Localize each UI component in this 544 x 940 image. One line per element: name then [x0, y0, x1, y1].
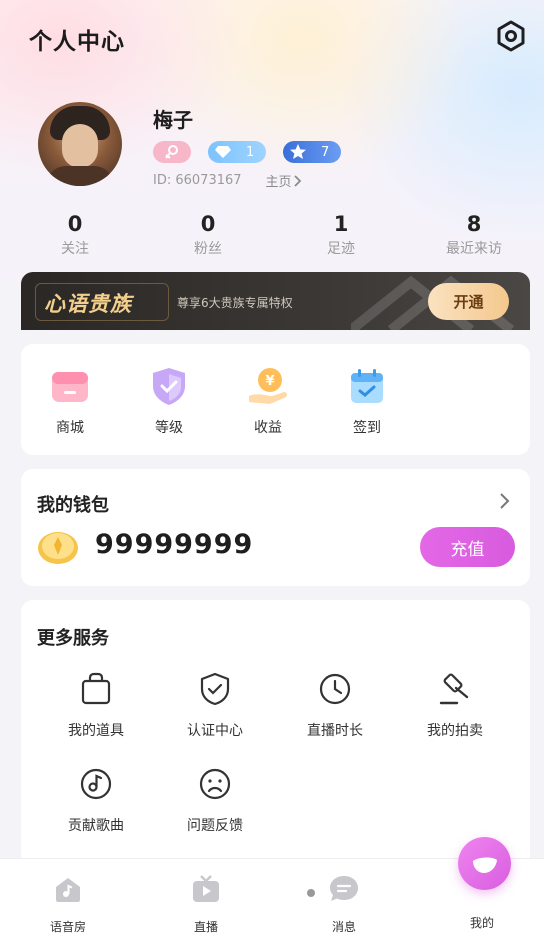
tab-label: 直播 [193, 920, 218, 934]
chevron-right-icon[interactable] [497, 491, 513, 511]
stat-value: 0 [67, 212, 83, 236]
wallet-card: 我的钱包 99999999 充值 [21, 469, 530, 586]
wallet-title: 我的钱包 [37, 495, 109, 516]
service-label: 我的拍卖 [427, 723, 483, 739]
service-my-auctions[interactable]: 我的拍卖 [400, 672, 510, 740]
diamond-level-badge: 1 [208, 141, 266, 163]
gavel-icon [439, 673, 469, 705]
shop-item-store[interactable]: 商城 [21, 364, 119, 437]
service-contribute-songs[interactable]: 贡献歌曲 [41, 767, 151, 835]
shop-item-label: 等级 [155, 420, 183, 436]
stats-row: 0 关注 0 粉丝 1 足迹 8 最近来访 [0, 211, 544, 259]
tab-messages[interactable]: 消息 [304, 873, 384, 935]
music-disc-icon [80, 768, 112, 800]
star-icon [290, 144, 306, 159]
coin-icon [38, 532, 78, 564]
wallet-balance: 99999999 [95, 529, 254, 560]
chevron-right-icon [293, 174, 301, 187]
gender-badge [153, 141, 191, 163]
chat-icon [330, 876, 358, 901]
star-level-value: 7 [321, 144, 330, 160]
badge-row: 1 7 [153, 141, 341, 163]
bag-icon [81, 672, 111, 705]
service-verification[interactable]: 认证中心 [160, 672, 270, 740]
stat-recent-visitors[interactable]: 8 最近来访 [414, 211, 534, 258]
tab-live[interactable]: 直播 [166, 873, 246, 935]
service-label: 认证中心 [187, 723, 243, 739]
calendar-check-icon [345, 364, 389, 408]
tab-label: 消息 [331, 920, 356, 934]
service-live-duration[interactable]: 直播时长 [280, 672, 390, 740]
service-label: 直播时长 [307, 723, 363, 739]
yuan-coin-icon: ¥ [246, 364, 290, 408]
page-title: 个人中心 [29, 29, 125, 55]
user-id: ID: 66073167 [153, 173, 242, 188]
unread-dot [307, 889, 315, 897]
stat-value: 0 [200, 212, 216, 236]
shield-check-icon [147, 364, 191, 408]
stat-label: 关注 [61, 241, 89, 257]
shop-item-checkin[interactable]: 签到 [318, 364, 416, 437]
female-icon [165, 145, 178, 159]
shop-item-label: 商城 [56, 420, 84, 436]
settings-hex-icon [497, 20, 525, 52]
avatar[interactable] [38, 102, 122, 186]
svg-text:¥: ¥ [265, 374, 274, 389]
nickname: 梅子 [153, 108, 193, 132]
service-label: 问题反馈 [187, 818, 243, 834]
service-label: 贡献歌曲 [68, 818, 124, 834]
stat-fans[interactable]: 0 粉丝 [148, 211, 268, 258]
sad-face-icon [199, 768, 231, 800]
more-services-card: 更多服务 我的道具 认证中心 直播时长 我的拍卖 贡献歌曲 问题反馈 [21, 600, 530, 870]
recharge-button[interactable]: 充值 [420, 527, 515, 567]
tab-label: 我的 [469, 916, 494, 930]
shop-item-level[interactable]: 等级 [120, 364, 218, 437]
stat-following[interactable]: 0 关注 [15, 211, 135, 258]
tv-icon [193, 875, 219, 902]
stat-label: 足迹 [327, 241, 355, 257]
store-icon [48, 364, 92, 408]
stat-footprints[interactable]: 1 足迹 [281, 211, 401, 258]
star-level-badge: 7 [283, 141, 341, 163]
settings-button[interactable] [494, 19, 528, 53]
service-label: 我的道具 [68, 723, 124, 739]
diamond-icon [215, 146, 231, 158]
profile-blob-icon [473, 857, 497, 873]
homepage-label: 主页 [265, 175, 292, 190]
more-services-title: 更多服务 [37, 628, 109, 649]
diamond-level-value: 1 [246, 144, 255, 160]
vip-open-button[interactable]: 开通 [428, 283, 509, 320]
vip-subtitle: 尊享6大贵族专属特权 [177, 296, 293, 310]
stat-value: 1 [333, 212, 349, 236]
quick-actions-card: 商城 等级 ¥ 收益 签到 [21, 344, 530, 455]
profile-section: 梅子 1 7 ID: 66073167 主页 [0, 96, 544, 196]
tab-voice-room[interactable]: 语音房 [28, 873, 108, 935]
shield-check-icon [200, 672, 230, 706]
shop-item-label: 签到 [353, 420, 381, 436]
vip-title: 心语贵族 [44, 292, 132, 316]
id-row: ID: 66073167 主页 [153, 171, 304, 190]
shop-item-earnings[interactable]: ¥ 收益 [219, 364, 317, 437]
me-tab-active-bubble[interactable] [458, 837, 511, 890]
voice-room-icon [56, 878, 80, 902]
service-feedback[interactable]: 问题反馈 [160, 767, 270, 835]
service-my-props[interactable]: 我的道具 [41, 672, 151, 740]
stat-label: 粉丝 [194, 241, 222, 257]
stat-label: 最近来访 [446, 241, 502, 257]
stat-value: 8 [466, 212, 482, 236]
shop-item-label: 收益 [254, 420, 282, 436]
clock-icon [319, 673, 351, 705]
top-bar: 个人中心 [0, 0, 544, 74]
homepage-link[interactable]: 主页 [266, 171, 304, 190]
vip-banner[interactable]: 心语贵族 尊享6大贵族专属特权 开通 [21, 272, 530, 330]
tab-label: 语音房 [49, 920, 86, 934]
